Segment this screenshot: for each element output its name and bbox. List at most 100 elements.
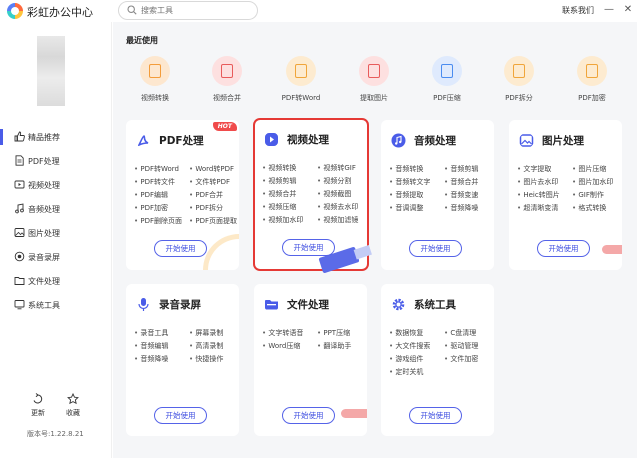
start-button[interactable]: 开始使用 xyxy=(409,407,462,424)
feature-item[interactable]: 音频剪辑 xyxy=(444,164,494,174)
feature-item[interactable]: 音频合并 xyxy=(444,177,494,187)
feature-item[interactable]: PDF编辑 xyxy=(134,190,189,200)
feature-list: 音频转换 音频剪辑 音频转文字 音频合并 音频提取 音频变速 音调调整 音频降噪 xyxy=(389,164,494,213)
close-icon[interactable]: ✕ xyxy=(620,2,636,18)
feature-item[interactable]: 文件转PDF xyxy=(189,177,239,187)
feature-item[interactable]: 游戏组件 xyxy=(389,354,444,364)
card-system: 系统工具 数据恢复 C盘清理 大文件搜索 驱动管理 游戏组件 文件加密 定时关机… xyxy=(381,284,494,436)
feature-item[interactable]: 格式转换 xyxy=(572,203,622,213)
sidebar-item-pdf[interactable]: PDF处理 xyxy=(0,149,112,173)
feature-item[interactable]: 视频去水印 xyxy=(317,202,367,212)
card-title: 系统工具 xyxy=(414,298,456,311)
feature-item[interactable]: 音频编辑 xyxy=(134,341,189,351)
feature-item[interactable]: 音频提取 xyxy=(389,190,444,200)
feature-item[interactable]: 视频合并 xyxy=(262,189,317,199)
card-record: 录音录屏 录音工具 屏幕录制 音频编辑 高清录制 音频降噪 快捷操作 开始使用 xyxy=(126,284,239,436)
start-button[interactable]: 开始使用 xyxy=(154,240,207,257)
feature-item[interactable]: 文字提取 xyxy=(517,164,572,174)
card-title: 图片处理 xyxy=(542,134,584,147)
thumbs-up-icon xyxy=(14,131,25,142)
feature-item[interactable]: 音频降噪 xyxy=(444,203,494,213)
feature-item[interactable]: PDF转文件 xyxy=(134,177,189,187)
feature-item[interactable]: 数据恢复 xyxy=(389,328,444,338)
sidebar-item-image[interactable]: 图片处理 xyxy=(0,221,112,245)
start-button[interactable]: 开始使用 xyxy=(154,407,207,424)
feature-item[interactable]: 音频转文字 xyxy=(389,177,444,187)
feature-item[interactable]: 音调调整 xyxy=(389,203,444,213)
feature-item[interactable]: 图片去水印 xyxy=(517,177,572,187)
feature-item[interactable]: PDF转Word xyxy=(134,164,189,174)
sidebar-item-video[interactable]: 视频处理 xyxy=(0,173,112,197)
sidebar-item-system[interactable]: 系统工具 xyxy=(0,293,112,317)
app-title: 彩虹办公中心 xyxy=(27,6,93,19)
recent-item-video-merge[interactable]: 视频合并 xyxy=(192,56,262,103)
feature-item[interactable]: 屏幕录制 xyxy=(189,328,239,338)
feature-item[interactable]: 定时关机 xyxy=(389,367,444,377)
feature-item[interactable]: 超清晰变清 xyxy=(517,203,572,213)
feature-item[interactable]: 视频加水印 xyxy=(262,215,317,225)
feature-item[interactable]: 快捷操作 xyxy=(189,354,239,364)
feature-item[interactable]: Word压缩 xyxy=(262,341,317,351)
feature-item[interactable]: PDF删除页面 xyxy=(134,216,189,226)
sidebar-item-file[interactable]: 文件处理 xyxy=(0,269,112,293)
feature-item[interactable]: 视频截图 xyxy=(317,189,367,199)
feature-item[interactable]: PDF拆分 xyxy=(189,203,239,213)
search-input[interactable] xyxy=(141,4,251,17)
feature-item[interactable]: 录音工具 xyxy=(134,328,189,338)
update-button[interactable]: 更新 xyxy=(23,393,53,418)
feature-item[interactable]: 文字转语音 xyxy=(262,328,317,338)
feature-item[interactable]: 翻译助手 xyxy=(317,341,367,351)
search-icon xyxy=(127,5,137,15)
title-bar: 彩虹办公中心 联系我们 — ✕ xyxy=(0,0,637,22)
sidebar-item-label: 文件处理 xyxy=(28,276,60,286)
minimize-icon[interactable]: — xyxy=(601,2,617,18)
favorite-button[interactable]: 收藏 xyxy=(58,393,88,418)
feature-item[interactable]: 视频分割 xyxy=(317,176,367,186)
recent-item-extract-image[interactable]: 提取图片 xyxy=(339,56,409,103)
feature-item[interactable]: 视频压缩 xyxy=(262,202,317,212)
feature-item[interactable]: Word转PDF xyxy=(189,164,239,174)
avatar[interactable] xyxy=(37,36,65,106)
sidebar-item-audio[interactable]: 音频处理 xyxy=(0,197,112,221)
feature-item[interactable]: PPT压缩 xyxy=(317,328,367,338)
feature-item[interactable]: 文件加密 xyxy=(444,354,494,364)
contact-us-link[interactable]: 联系我们 xyxy=(562,5,594,16)
start-button[interactable]: 开始使用 xyxy=(282,407,335,424)
sidebar-nav: 精品推荐 PDF处理 视频处理 音频处理 图片处理 录音录屏 文件处理 系统工具 xyxy=(0,125,112,317)
feature-item[interactable]: 音频转换 xyxy=(389,164,444,174)
recent-item-pdf-to-word[interactable]: PDF转Word xyxy=(266,56,336,103)
feature-item[interactable]: 图片加水印 xyxy=(572,177,622,187)
feature-item[interactable]: 视频转换 xyxy=(262,163,317,173)
feature-item[interactable]: PDF合并 xyxy=(189,190,239,200)
feature-item[interactable]: 视频剪辑 xyxy=(262,176,317,186)
start-button[interactable]: 开始使用 xyxy=(409,240,462,257)
feature-item[interactable]: Heic转图片 xyxy=(517,190,572,200)
recent-section-title: 最近使用 xyxy=(126,36,158,45)
recent-item-pdf-split[interactable]: PDF拆分 xyxy=(484,56,554,103)
recent-item-video-convert[interactable]: 视频转换 xyxy=(120,56,190,103)
feature-item[interactable]: GIF制作 xyxy=(572,190,622,200)
start-button[interactable]: 开始使用 xyxy=(537,240,590,257)
pdf-compress-icon xyxy=(432,56,462,86)
recent-item-pdf-encrypt[interactable]: PDF加密 xyxy=(557,56,627,103)
version-text: 版本号:1.22.8.21 xyxy=(27,430,84,438)
feature-item[interactable]: 大文件搜索 xyxy=(389,341,444,351)
feature-item[interactable]: 音频变速 xyxy=(444,190,494,200)
recent-item-label: PDF拆分 xyxy=(505,94,533,102)
feature-item[interactable]: 视频转GIF xyxy=(317,163,367,173)
search-box[interactable] xyxy=(118,1,258,20)
feature-item[interactable]: PDF页面提取 xyxy=(189,216,239,226)
feature-item[interactable]: 驱动管理 xyxy=(444,341,494,351)
folder-icon xyxy=(265,299,278,309)
feature-item[interactable]: 音频降噪 xyxy=(134,354,189,364)
feature-item[interactable]: 视频加滤镜 xyxy=(317,215,367,225)
sidebar-item-recommend[interactable]: 精品推荐 xyxy=(0,125,112,149)
feature-item[interactable]: 高清录制 xyxy=(189,341,239,351)
feature-item[interactable]: PDF加密 xyxy=(134,203,189,213)
recent-item-pdf-compress[interactable]: PDF压缩 xyxy=(412,56,482,103)
feature-item[interactable]: C盘清理 xyxy=(444,328,494,338)
start-button[interactable]: 开始使用 xyxy=(282,239,335,256)
card-title: PDF处理 xyxy=(159,134,204,147)
sidebar-item-record[interactable]: 录音录屏 xyxy=(0,245,112,269)
feature-item[interactable]: 图片压缩 xyxy=(572,164,622,174)
